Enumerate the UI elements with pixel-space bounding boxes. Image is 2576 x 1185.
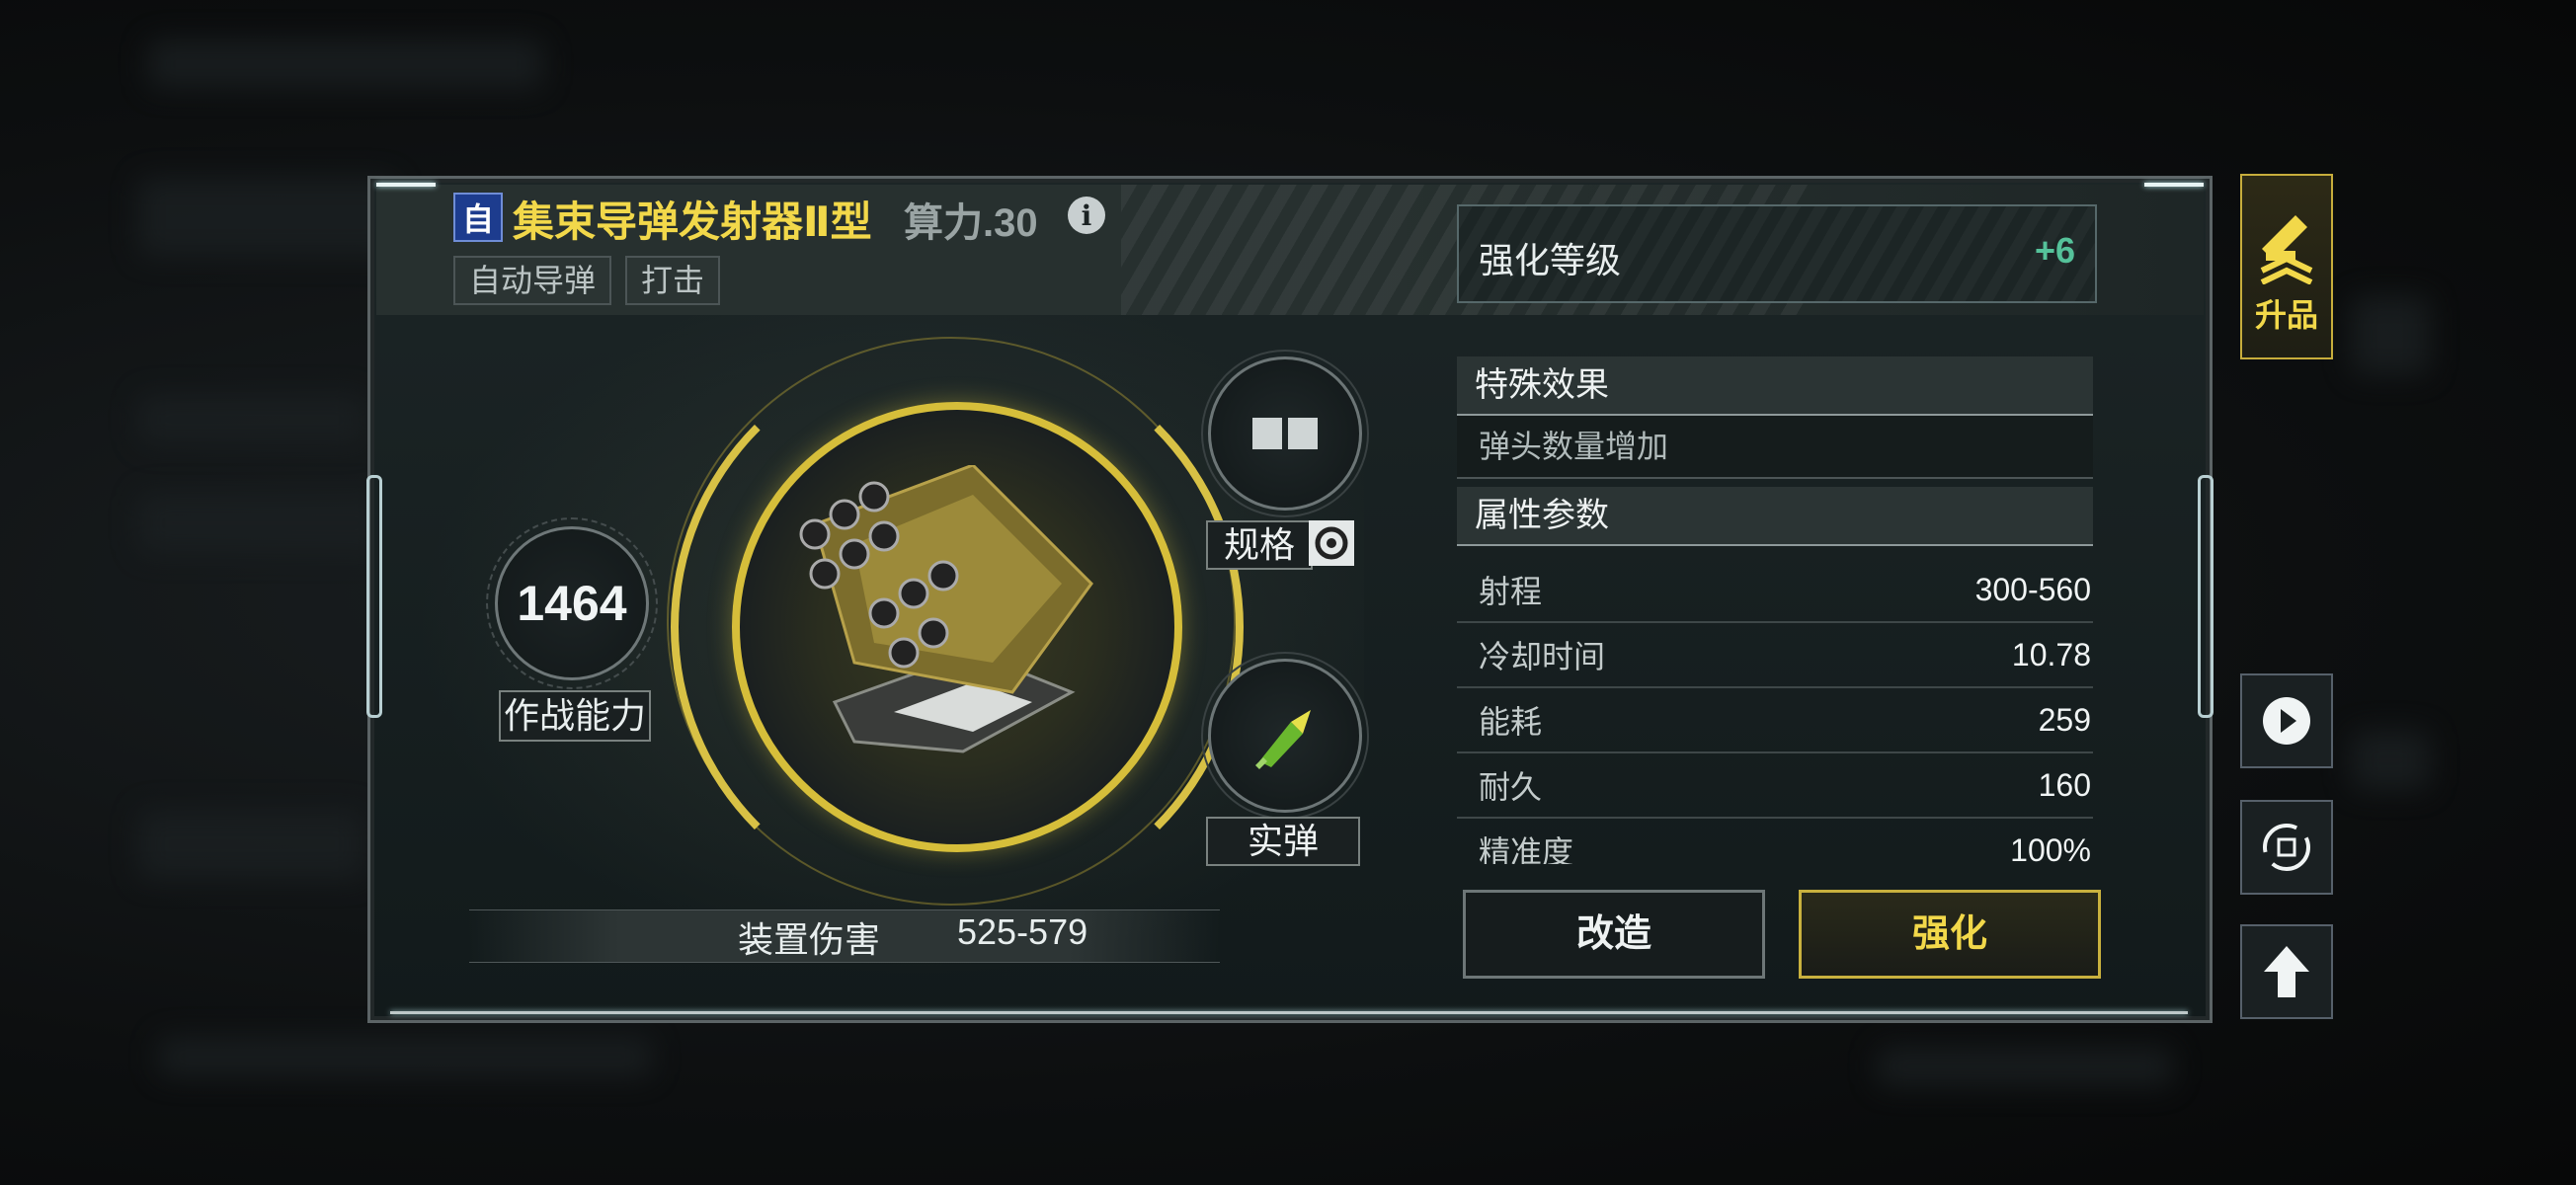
upgrade-button[interactable]: 升品	[2240, 174, 2333, 359]
damage-value: 525-579	[957, 911, 1088, 952]
enhance-level-box: 强化等级 +6	[1457, 204, 2097, 303]
info-icon[interactable]: i	[1068, 197, 1105, 234]
damage-label: 装置伤害	[738, 919, 881, 960]
stat-value: 300-560	[1974, 571, 2091, 607]
rotate-view-button[interactable]	[2240, 800, 2333, 895]
stat-key: 精准度	[1479, 834, 1574, 864]
attributes-header: 属性参数	[1457, 487, 2093, 546]
stat-row-durability: 耐久 160	[1457, 753, 2093, 819]
combat-power-value: 1464	[517, 576, 627, 631]
stat-row-range: 射程 300-560	[1457, 558, 2093, 623]
go-top-button[interactable]	[2240, 924, 2333, 1019]
stat-value: 10.78	[2011, 636, 2091, 672]
ammo-ring[interactable]	[1201, 652, 1369, 820]
attributes-section: 属性参数	[1457, 487, 2093, 546]
stat-key: 射程	[1479, 574, 1543, 609]
corner-line	[376, 183, 436, 187]
stat-row-energy: 能耗 259	[1457, 688, 2093, 753]
corner-line	[2144, 183, 2204, 187]
spec-label: 规格	[1206, 520, 1313, 570]
weapon-name: 集束导弹发射器Ⅱ型	[513, 198, 872, 245]
spec-ring[interactable]	[1201, 350, 1369, 517]
stat-row-accuracy: 精准度 100%	[1457, 819, 2093, 865]
power-cost: 算力.30	[904, 201, 1038, 245]
auto-type-badge: 自	[453, 193, 503, 242]
stat-row-cooldown: 冷却时间 10.78	[1457, 623, 2093, 688]
weapon-detail-panel: 自 集束导弹发射器Ⅱ型 算力.30 i 自动导弹 打击 1464 作战能力 规格	[366, 176, 2214, 1023]
stat-value: 100%	[2010, 831, 2091, 865]
bullet-icon	[1255, 710, 1311, 769]
stat-key: 冷却时间	[1479, 639, 1606, 674]
combat-power-ring: 1464	[486, 517, 658, 689]
cannon-upgrade-icon	[2260, 215, 2313, 284]
refresh-icon[interactable]	[1309, 520, 1354, 566]
rotate-icon	[2263, 824, 2310, 871]
play-icon	[2263, 697, 2310, 745]
ammo-label: 实弹	[1206, 817, 1360, 866]
stat-value: 160	[2038, 766, 2091, 803]
enhance-button[interactable]: 强化	[1799, 890, 2101, 979]
upgrade-label: 升品	[2254, 297, 2318, 333]
right-bracket	[2198, 475, 2214, 718]
enhance-button-label: 强化	[1911, 913, 1987, 955]
modify-button-label: 改造	[1575, 913, 1651, 955]
stat-key: 能耗	[1479, 704, 1543, 740]
stat-value: 259	[2038, 701, 2091, 738]
tag-strike: 打击	[625, 256, 721, 305]
up-arrow-icon	[2264, 946, 2309, 997]
attribute-list[interactable]: 射程 300-560 冷却时间 10.78 能耗 259 耐久 160 精准度 …	[1457, 558, 2093, 864]
special-effects-header: 特殊效果	[1457, 356, 2093, 416]
combat-power-label: 作战能力	[499, 690, 651, 742]
tag-auto-missile: 自动导弹	[453, 256, 612, 305]
special-effect-item: 弹头数量增加	[1457, 416, 2093, 479]
stat-key: 耐久	[1479, 769, 1543, 805]
enhance-level-value: +6	[2034, 230, 2075, 271]
bottom-line	[390, 1011, 2188, 1014]
play-button[interactable]	[2240, 673, 2333, 768]
spec-slot-icon	[1252, 418, 1318, 449]
special-effects-section: 特殊效果 弹头数量增加	[1457, 356, 2093, 479]
enhance-level-label: 强化等级	[1479, 240, 1622, 280]
modify-button[interactable]: 改造	[1463, 890, 1765, 979]
missile-launcher-image	[799, 465, 1093, 753]
